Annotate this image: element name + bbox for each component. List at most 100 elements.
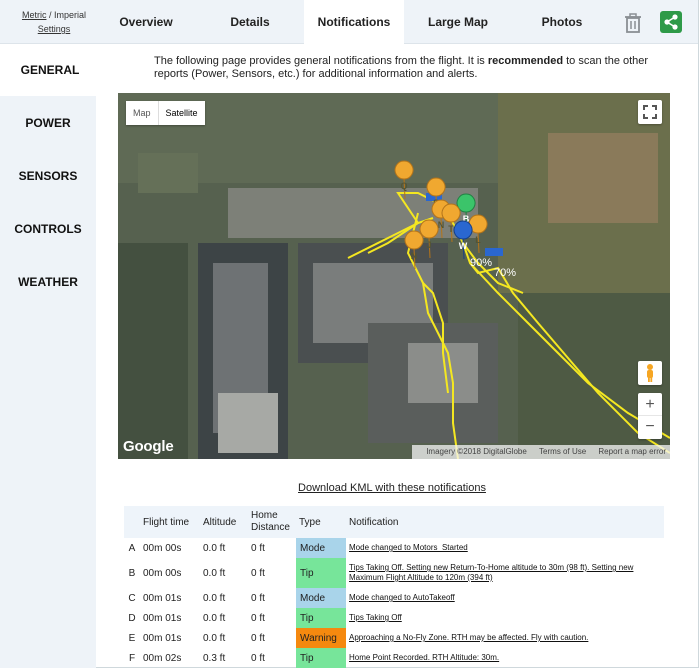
fullscreen-icon <box>643 105 657 119</box>
units-separator: / <box>48 10 52 20</box>
intro-text-start: The following page provides general noti… <box>154 55 488 67</box>
home-distance-cell: 0 ft <box>251 542 265 554</box>
column-header-label <box>124 506 140 538</box>
notification-markers[interactable]: Q S B N T L J N W 90% 70% <box>118 93 670 459</box>
download-kml-link[interactable]: Download KML with these notifications <box>298 482 486 494</box>
home-distance-cell: 0 ft <box>251 567 265 579</box>
sidebar-item-weather[interactable]: WEATHER <box>0 256 96 308</box>
svg-text:L: L <box>475 235 481 245</box>
map-attribution: Imagery ©2018 DigitalGlobe Terms of Use … <box>412 445 670 459</box>
download-kml-container: Download KML with these notifications <box>120 482 664 494</box>
tab-photos[interactable]: Photos <box>512 0 612 44</box>
type-badge: Mode <box>296 538 346 558</box>
unit-switcher: Metric / Imperial Settings <box>14 8 94 36</box>
column-header-altitude: Altitude <box>200 506 248 538</box>
battery-end-label: 70% <box>494 267 516 279</box>
map-type-map[interactable]: Map <box>126 101 158 125</box>
terms-link[interactable]: Terms of Use <box>539 447 586 456</box>
tab-notifications[interactable]: Notifications <box>304 0 404 45</box>
street-view-button[interactable] <box>638 361 662 385</box>
sidebar-item-power[interactable]: POWER <box>0 97 96 149</box>
altitude-cell: 0.0 ft <box>203 567 226 579</box>
pegman-icon <box>647 364 653 382</box>
altitude-cell: 0.0 ft <box>203 632 226 644</box>
type-badge: Mode <box>296 588 346 608</box>
table-row: E 00m 01s 0.0 ft 0 ft Warning Approaching a N… <box>124 628 664 648</box>
home-distance-cell: 0 ft <box>251 592 265 604</box>
intro-emphasis: recommended <box>487 55 564 67</box>
svg-text:J: J <box>426 240 431 250</box>
intro-text: The following page provides general noti… <box>154 55 654 81</box>
notification-cell: Mode changed to Motors_Started <box>346 538 664 558</box>
row-label: B <box>128 567 136 579</box>
settings-link[interactable]: Settings <box>38 24 71 34</box>
zoom-control: + − <box>638 393 662 439</box>
row-label: A <box>128 542 136 554</box>
sidebar: GENERAL POWER SENSORS CONTROLS WEATHER <box>0 44 100 668</box>
table-header-row: Flight time Altitude Home Distance Type … <box>124 506 664 538</box>
trash-icon[interactable] <box>622 12 644 34</box>
notification-link[interactable]: Approaching a No-Fly Zone. RTH may be af… <box>349 633 588 642</box>
table-row: C 00m 01s 0.0 ft 0 ft Mode Mode changed to Au… <box>124 588 664 608</box>
altitude-cell: 0.0 ft <box>203 612 226 624</box>
svg-text:T: T <box>448 224 454 234</box>
report-map-error-link[interactable]: Report a map error <box>598 447 666 456</box>
row-label: D <box>128 612 136 624</box>
notification-cell: Approaching a No-Fly Zone. RTH may be af… <box>346 628 664 648</box>
notification-link[interactable]: Mode changed to AutoTakeoff <box>349 593 455 602</box>
flight-time-cell: 00m 02s <box>143 652 182 664</box>
notifications-table: Flight time Altitude Home Distance Type … <box>124 506 664 668</box>
flight-time-cell: 00m 01s <box>143 632 182 644</box>
row-label: E <box>128 632 136 644</box>
tab-details[interactable]: Details <box>200 0 300 44</box>
sidebar-item-controls[interactable]: CONTROLS <box>0 203 96 255</box>
battery-start-label: 90% <box>470 257 492 269</box>
fullscreen-button[interactable] <box>638 100 662 124</box>
table-row: B 00m 00s 0.0 ft 0 ft Tip Tips Taking Off. Se… <box>124 558 664 588</box>
imagery-attribution: Imagery ©2018 DigitalGlobe <box>426 447 527 456</box>
table-row: D 00m 01s 0.0 ft 0 ft Tip Tips Taking Off <box>124 608 664 628</box>
home-distance-cell: 0 ft <box>251 612 265 624</box>
notification-cell: Tips Taking Off. Setting new Return-To-H… <box>346 558 664 588</box>
home-distance-cell: 0 ft <box>251 652 265 664</box>
row-label: C <box>128 592 136 604</box>
flight-time-cell: 00m 01s <box>143 592 182 604</box>
notification-cell: Mode changed to AutoTakeoff <box>346 588 664 608</box>
notification-cell: Home Point Recorded. RTH Altitude: 30m. <box>346 648 664 668</box>
metric-link[interactable]: Metric <box>22 10 47 20</box>
imperial-label[interactable]: Imperial <box>54 10 86 20</box>
row-label: F <box>128 652 136 664</box>
type-badge: Tip <box>296 608 346 628</box>
share-icon[interactable] <box>660 11 682 33</box>
sidebar-item-sensors[interactable]: SENSORS <box>0 150 96 202</box>
flight-time-cell: 00m 00s <box>143 567 182 579</box>
flight-map[interactable]: Q S B N T L J N W 90% 70% Map Satellite <box>118 93 670 459</box>
flight-time-cell: 00m 00s <box>143 542 182 554</box>
type-badge: Warning <box>296 628 346 648</box>
column-header-type: Type <box>296 506 346 538</box>
google-logo: Google <box>123 438 174 455</box>
notification-link[interactable]: Home Point Recorded. RTH Altitude: 30m. <box>349 653 499 662</box>
tab-overview[interactable]: Overview <box>96 0 196 44</box>
svg-text:N: N <box>411 251 418 261</box>
notification-link[interactable]: Tips Taking Off <box>349 613 402 622</box>
tab-large-map[interactable]: Large Map <box>408 0 508 44</box>
zoom-in-button[interactable]: + <box>638 393 662 416</box>
table-row: F 00m 02s 0.3 ft 0 ft Tip Home Point Recorded… <box>124 648 664 668</box>
sidebar-item-general[interactable]: GENERAL <box>0 44 100 96</box>
svg-text:Q: Q <box>400 181 407 191</box>
notification-link[interactable]: Tips Taking Off. Setting new Return-To-H… <box>349 563 633 582</box>
column-header-flight-time: Flight time <box>140 506 200 538</box>
altitude-cell: 0.3 ft <box>203 652 226 664</box>
altitude-cell: 0.0 ft <box>203 542 226 554</box>
column-header-notification: Notification <box>346 506 664 538</box>
svg-text:W: W <box>459 241 468 251</box>
notification-link[interactable]: Mode changed to Motors_Started <box>349 543 468 552</box>
type-badge: Tip <box>296 558 346 588</box>
zoom-out-button[interactable]: − <box>638 416 662 439</box>
column-header-home-distance: Home Distance <box>248 506 296 538</box>
map-type-control: Map Satellite <box>126 101 205 125</box>
svg-text:N: N <box>438 220 445 230</box>
top-bar: Metric / Imperial Settings Overview Deta… <box>0 0 698 45</box>
map-type-satellite[interactable]: Satellite <box>157 101 205 125</box>
